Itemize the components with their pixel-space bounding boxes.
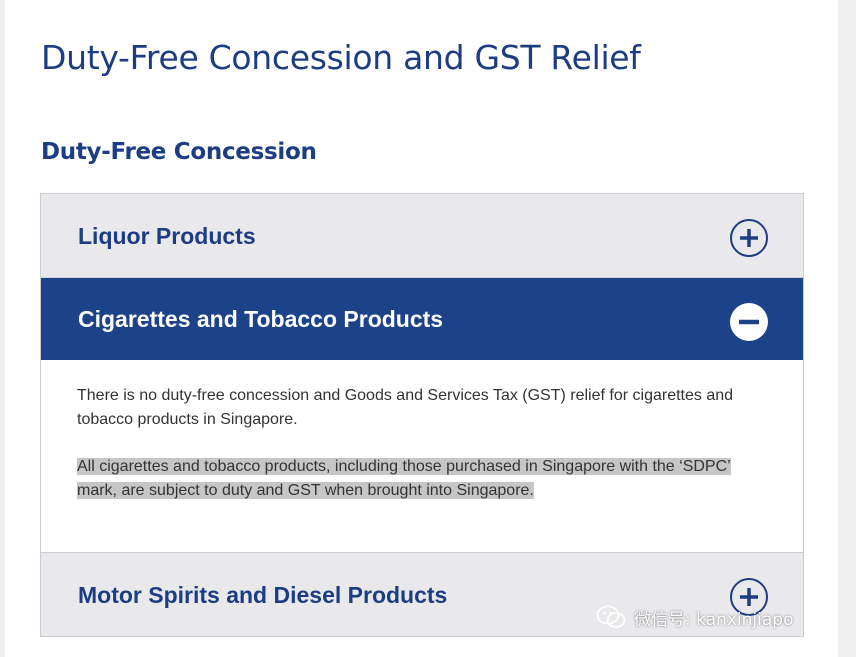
section-title: Duty-Free Concession: [41, 139, 317, 165]
accordion-label: Motor Spirits and Diesel Products: [78, 582, 448, 608]
accordion-panel-cigarettes: There is no duty-free concession and Goo…: [41, 360, 803, 553]
panel-paragraph: There is no duty-free concession and Goo…: [77, 387, 734, 428]
minus-circle-icon[interactable]: [730, 303, 768, 341]
panel-paragraph-highlighted: All cigarettes and tobacco products, inc…: [77, 455, 767, 503]
accordion-label: Liquor Products: [78, 223, 256, 249]
wechat-icon: [596, 605, 626, 628]
accordion: Liquor Products Cigarettes and Tobacco P…: [40, 193, 804, 637]
page: Duty-Free Concession and GST Relief Duty…: [5, 0, 838, 657]
accordion-label: Cigarettes and Tobacco Products: [78, 306, 444, 332]
watermark: 微信号: kanxinjiapo: [596, 604, 793, 630]
highlighted-text: All cigarettes and tobacco products, inc…: [77, 458, 731, 499]
plus-circle-icon[interactable]: [730, 219, 768, 257]
page-title: Duty-Free Concession and GST Relief: [41, 38, 641, 77]
watermark-text: 微信号: kanxinjiapo: [634, 609, 794, 630]
accordion-header-liquor[interactable]: Liquor Products: [41, 194, 803, 277]
accordion-header-cigarettes[interactable]: Cigarettes and Tobacco Products: [41, 277, 803, 360]
